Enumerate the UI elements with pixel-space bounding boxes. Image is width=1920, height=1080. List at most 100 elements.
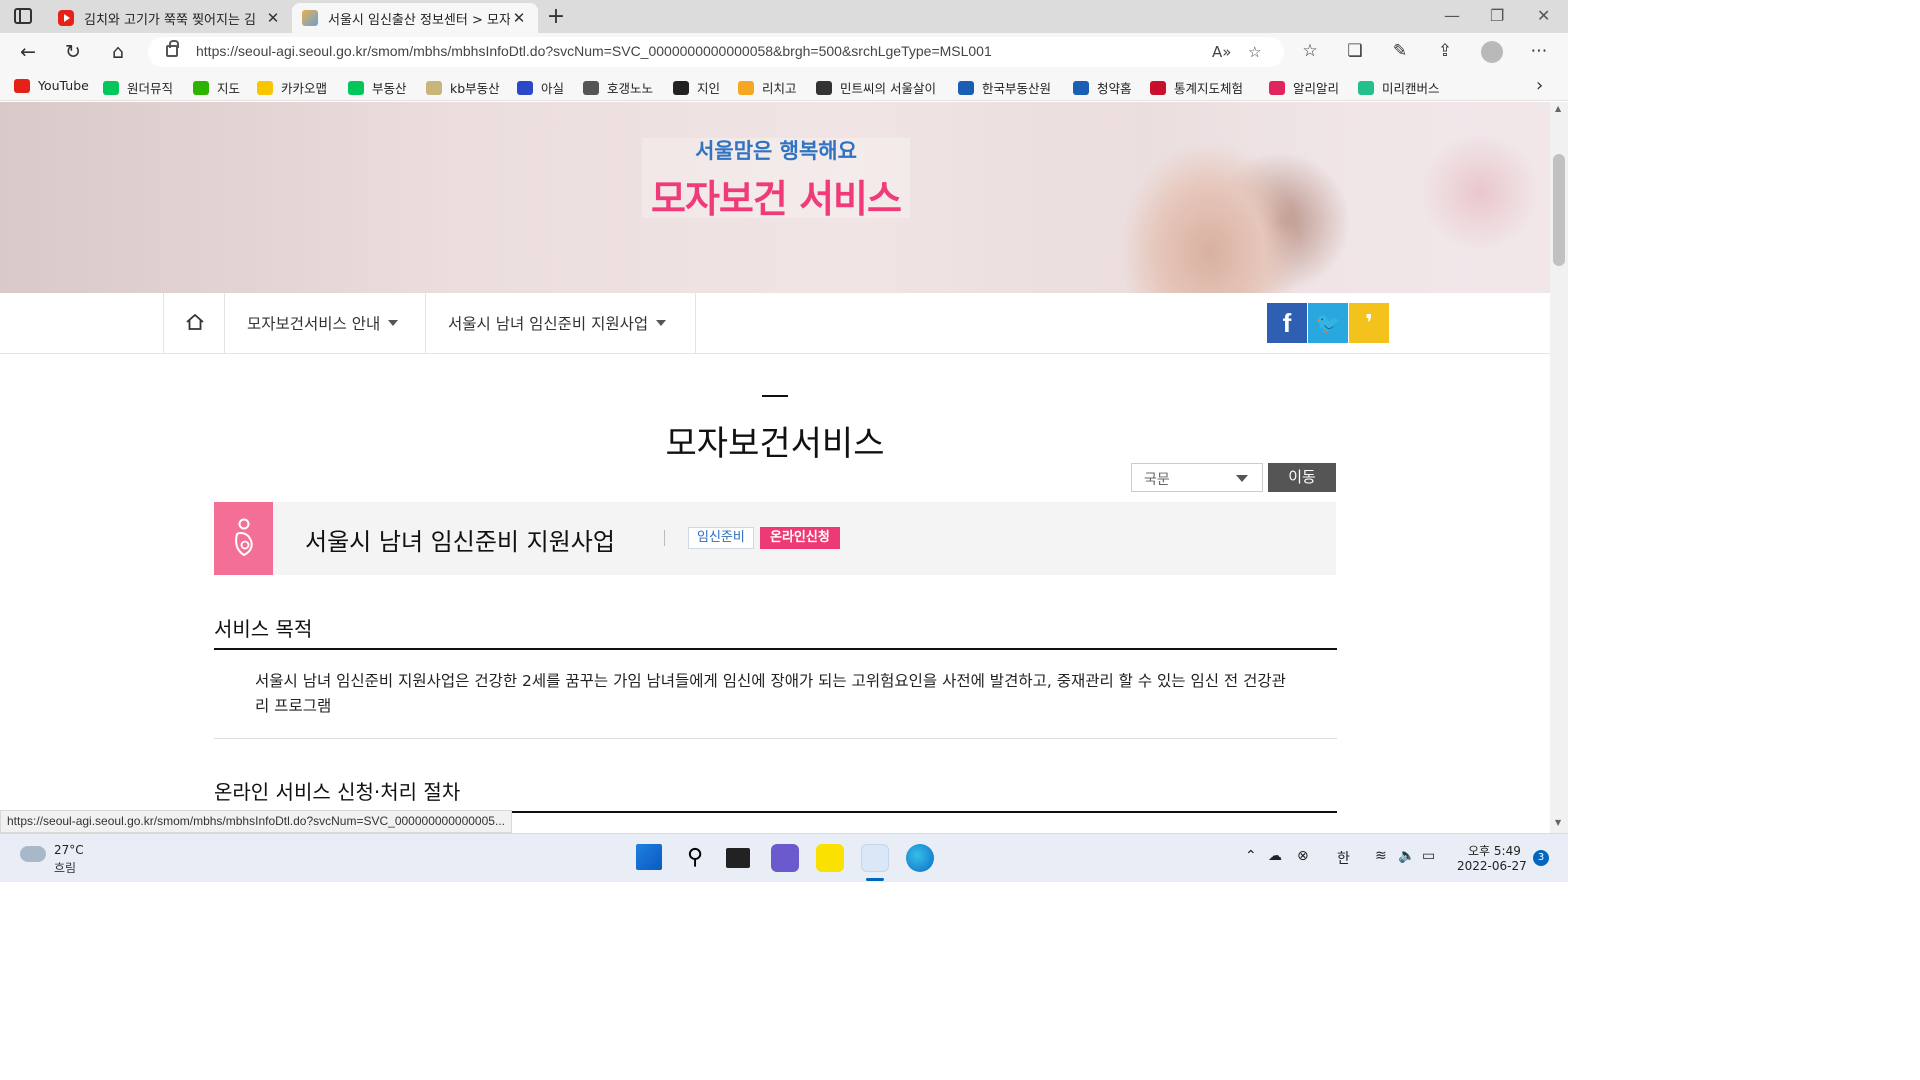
bookmark-label: 원더뮤직 (127, 81, 174, 96)
read-aloud-icon[interactable]: A» (1212, 43, 1231, 61)
home-icon (186, 314, 204, 330)
bookmark-statmap[interactable]: 통계지도체험 (1150, 78, 1243, 97)
lock-icon[interactable] (166, 40, 179, 57)
back-icon[interactable]: ← (16, 40, 40, 64)
blog-icon (103, 80, 119, 95)
volume-icon[interactable]: 🔈 (1398, 848, 1415, 864)
bookmark-label: 지도 (217, 81, 241, 96)
share-icon[interactable]: ⇪ (1433, 41, 1457, 61)
chevron-right-icon[interactable]: › (1536, 75, 1543, 96)
cloud-icon[interactable] (20, 846, 46, 862)
bookmark-realestate[interactable]: 부동산 (348, 78, 407, 97)
bookmark-label: 호갱노노 (607, 81, 654, 96)
notification-badge[interactable]: 3 (1533, 850, 1549, 866)
bookmark-miricanvas[interactable]: 미리캔버스 (1358, 78, 1440, 97)
ime-indicator[interactable]: 한 (1337, 848, 1350, 868)
pregnant-woman-glyph (235, 518, 253, 557)
search-icon[interactable]: ⚲ (681, 844, 709, 872)
kakaomap-icon (257, 80, 273, 95)
youtube-icon (14, 78, 30, 93)
collections-icon[interactable]: ❏ (1343, 41, 1367, 61)
bookmark-richgo[interactable]: 리치고 (738, 78, 797, 97)
bookmark-alli[interactable]: 알리알리 (1269, 78, 1339, 97)
profile-avatar[interactable] (1481, 41, 1503, 63)
bookmark-applyhome[interactable]: 청약홈 (1073, 78, 1132, 97)
scroll-up-icon[interactable]: ▲ (1555, 104, 1561, 113)
onedrive-cloud-icon[interactable]: ☁ (1268, 848, 1282, 864)
tab-seoul-agi[interactable]: 서울시 임신출산 정보센터 > 모자 ✕ (292, 3, 538, 33)
add-favorite-icon[interactable]: ☆ (1248, 43, 1261, 61)
scroll-down-icon[interactable]: ▼ (1555, 818, 1561, 827)
bookmark-wondermusic[interactable]: 원더뮤직 (103, 78, 173, 97)
task-view-icon[interactable] (726, 848, 750, 868)
section-title-purpose: 서비스 목적 (214, 617, 313, 641)
kakaotalk-icon[interactable] (816, 844, 844, 872)
subnav-dropdown-program[interactable]: 서울시 남녀 임신준비 지원사업 (426, 293, 696, 353)
new-tab-icon[interactable]: + (544, 4, 568, 29)
extensions-icon[interactable]: ✎ (1388, 41, 1412, 61)
dropdown-arrow-icon (1236, 475, 1248, 482)
clock-time[interactable]: 오후 5:49 (1468, 842, 1521, 859)
more-menu-icon[interactable]: ⋯ (1527, 41, 1551, 61)
start-windows-icon[interactable] (636, 844, 662, 870)
battery-icon[interactable]: ▭ (1422, 848, 1435, 864)
bookmark-mint[interactable]: 민트씨의 서울살이 (816, 78, 936, 97)
bookmark-label: 민트씨의 서울살이 (840, 81, 936, 96)
naver-icon (348, 80, 364, 95)
weather-description[interactable]: 흐림 (54, 859, 76, 876)
subnav-dropdown-guide[interactable]: 모자보건서비스 안내 (225, 293, 426, 353)
snipping-tool-icon[interactable] (861, 844, 889, 872)
bookmark-label: 리치고 (762, 81, 797, 96)
caret-down-icon (388, 320, 399, 326)
bookmark-label: YouTube (38, 78, 89, 93)
bookmark-kakaomap[interactable]: 카카오맵 (257, 78, 327, 97)
subnav-home[interactable] (163, 293, 225, 353)
weather-temperature[interactable]: 27°C (54, 843, 84, 857)
close-tab-icon[interactable]: ✕ (264, 9, 282, 27)
kakaostory-share-button[interactable]: ❜ (1349, 303, 1389, 343)
tab-youtube[interactable]: 김치와 고기가 쭉쭉 찢어지는 김 ✕ (48, 3, 292, 33)
bookmark-hogang[interactable]: 호갱노노 (583, 78, 653, 97)
miricanvas-icon (1358, 80, 1374, 95)
clock-date[interactable]: 2022-06-27 (1457, 859, 1527, 873)
teams-chat-icon[interactable] (771, 844, 799, 872)
subnav-label: 서울시 남녀 임신준비 지원사업 (448, 315, 649, 333)
kakaostory-icon: ❜ (1365, 310, 1373, 336)
service-header: 서울시 남녀 임신준비 지원사업 임신준비 온라인신청 (214, 502, 1336, 575)
facebook-share-button[interactable]: f (1267, 303, 1307, 343)
wifi-icon[interactable]: ≋ (1375, 848, 1387, 864)
close-window-icon[interactable]: ✕ (1537, 6, 1550, 25)
tag-online-apply: 온라인신청 (760, 527, 840, 549)
go-button[interactable]: 이동 (1268, 463, 1336, 492)
vertical-scrollbar[interactable]: ▲ ▼ (1550, 102, 1568, 833)
bookmark-youtube[interactable]: YouTube (14, 78, 89, 93)
bookmark-kb[interactable]: kb부동산 (426, 78, 500, 97)
tab-title: 서울시 임신출산 정보센터 > 모자 (328, 12, 510, 28)
tab-actions-icon[interactable] (14, 8, 32, 24)
close-tab-icon[interactable]: ✕ (510, 9, 528, 27)
close-circle-icon[interactable]: ⊗ (1297, 848, 1309, 864)
hero-title: 모자보건 서비스 (651, 177, 902, 221)
kb-icon (426, 80, 442, 95)
minimize-icon[interactable]: — (1444, 6, 1460, 25)
favorites-icon[interactable]: ☆ (1298, 41, 1322, 61)
bookmark-map[interactable]: 지도 (193, 78, 240, 97)
bookmark-asil[interactable]: 아실 (517, 78, 564, 97)
scroll-thumb[interactable] (1553, 154, 1565, 266)
twitter-share-button[interactable]: 🐦 (1308, 303, 1348, 343)
bookmark-reb[interactable]: 한국부동산원 (958, 78, 1051, 97)
home-icon[interactable]: ⌂ (106, 40, 130, 64)
house-icon (583, 80, 599, 95)
separator (664, 530, 665, 546)
bookmark-jiin[interactable]: 지인 (673, 78, 720, 97)
address-bar[interactable]: https://seoul-agi.seoul.go.kr/smom/mbhs/… (148, 37, 1284, 67)
url-text[interactable]: https://seoul-agi.seoul.go.kr/smom/mbhs/… (196, 43, 992, 59)
refresh-icon[interactable]: ↻ (61, 40, 85, 64)
restore-icon[interactable]: ❐ (1490, 6, 1504, 25)
bookmark-label: kb부동산 (450, 81, 500, 96)
language-select[interactable]: 국문 (1131, 463, 1263, 492)
edge-browser-icon[interactable] (906, 844, 934, 872)
bookmark-label: 아실 (541, 81, 565, 96)
sub-navigation: 모자보건서비스 안내 서울시 남녀 임신준비 지원사업 f 🐦 ❜ (0, 293, 1550, 354)
chevron-up-icon[interactable]: ⌃ (1245, 848, 1257, 864)
